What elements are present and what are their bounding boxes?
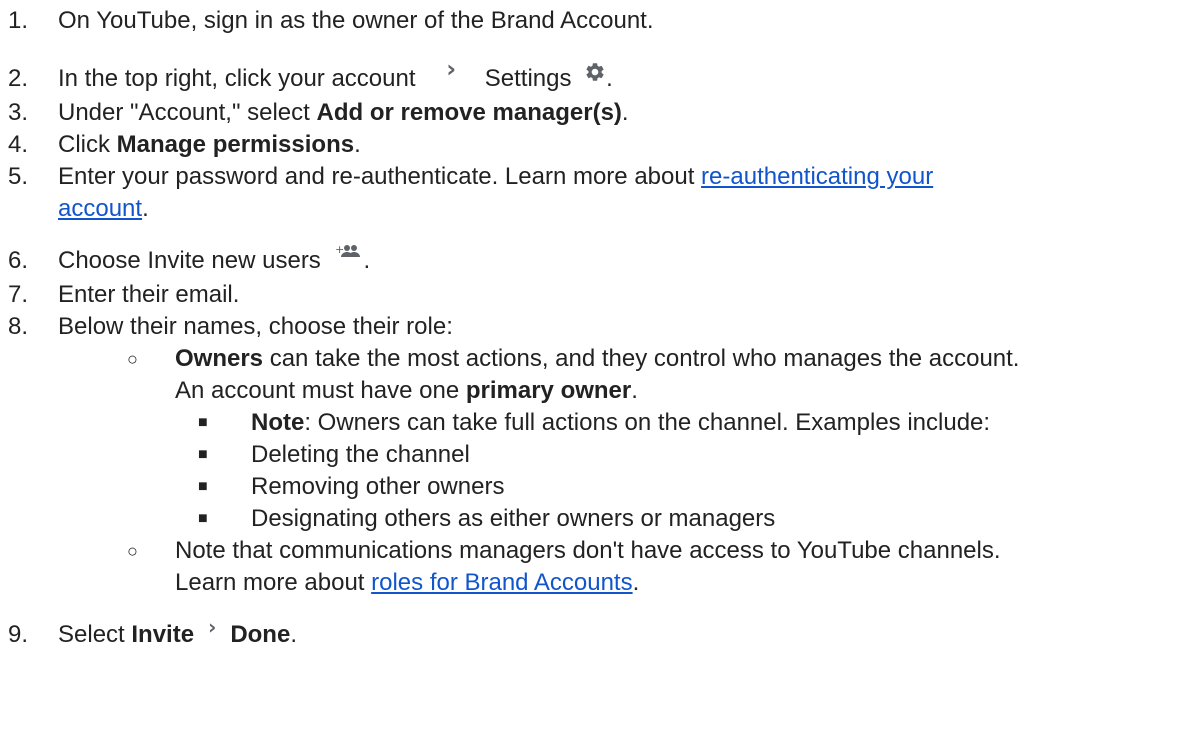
manage-permissions-label: Manage permissions: [116, 131, 355, 158]
step-text-post: .: [354, 131, 361, 158]
step-text: Select Invite › Done.: [58, 615, 297, 650]
step-text-pre: Under "Account," select: [58, 99, 317, 126]
gear-icon: [586, 62, 604, 81]
step-number: 2.: [8, 65, 29, 92]
comms-text: Learn more about roles for Brand Account…: [175, 568, 639, 598]
owners-text: An account must have one primary owner.: [175, 376, 638, 406]
hollow-bullet: ○: [127, 349, 138, 369]
step-text: Under "Account," select Add or remove ma…: [58, 98, 629, 128]
re-authenticating-link[interactable]: re-authenticating your: [701, 163, 933, 190]
step-number: 8.: [8, 313, 29, 340]
square-bullet: ■: [198, 414, 208, 431]
square-bullet: ■: [198, 478, 208, 495]
step-text-post: .: [290, 621, 297, 648]
note-label: Note: [251, 409, 305, 436]
chevron-right-icon: ›: [208, 615, 217, 639]
comms-line2-post: .: [632, 569, 640, 596]
step-text-pre: In the top right, click your account: [58, 65, 416, 92]
owners-text: Owners can take the most actions, and th…: [175, 344, 1019, 374]
step-text-post: .: [621, 99, 629, 126]
chevron-right-icon: ›: [446, 55, 457, 83]
square-bullet: ■: [198, 510, 208, 527]
sub-item-text: Note: Owners can take full actions on th…: [251, 408, 990, 438]
step-text: Choose Invite new users + .: [58, 244, 371, 276]
step-number: 6.: [8, 247, 29, 274]
step-number: 7.: [8, 281, 29, 308]
square-bullet: ■: [198, 446, 208, 463]
re-authenticating-link-continued[interactable]: account: [58, 195, 142, 222]
hollow-bullet: ○: [127, 541, 138, 561]
roles-brand-accounts-link[interactable]: roles for Brand Accounts: [371, 569, 632, 596]
step-text: Enter their email.: [58, 281, 240, 308]
done-label: Done: [230, 621, 291, 648]
invite-label: Invite: [131, 621, 195, 648]
step-number: 1.: [8, 7, 29, 34]
step-text-post: .: [142, 195, 149, 222]
step-text-pre: Click: [58, 131, 117, 158]
settings-label: Settings: [484, 65, 572, 92]
step-number: 4.: [8, 131, 29, 158]
add-remove-managers-label: Add or remove manager(s): [316, 99, 622, 126]
sub-item-text: Deleting the channel: [251, 441, 470, 468]
step-number: 5.: [8, 163, 29, 190]
primary-owner-label: primary owner: [465, 377, 632, 404]
step-text: Enter your password and re-authenticate.…: [58, 162, 933, 192]
step-text: Click Manage permissions.: [58, 130, 361, 160]
owners-label: Owners: [175, 345, 264, 372]
person-add-icon: +: [335, 244, 361, 257]
step-text-pre: Enter your password and re-authenticate.…: [58, 163, 702, 190]
step-text-pre: Select: [58, 621, 132, 648]
step-text: In the top right, click your account › S…: [58, 55, 613, 94]
step-text-post: .: [606, 65, 613, 92]
step-number: 3.: [8, 99, 29, 126]
step-number: 9.: [8, 621, 29, 648]
owners-line2-pre: An account must have one: [175, 377, 466, 404]
owners-line2-post: .: [631, 377, 638, 404]
step-text: On YouTube, sign in as the owner of the …: [58, 7, 654, 34]
owners-description: can take the most actions, and they cont…: [263, 345, 1020, 372]
step-text-pre: Choose Invite new users: [58, 247, 321, 274]
note-text: : Owners can take full actions on the ch…: [304, 409, 991, 436]
step-text: Below their names, choose their role:: [58, 313, 453, 340]
sub-item-text: Removing other owners: [251, 473, 505, 500]
comms-line2-pre: Learn more about: [175, 569, 372, 596]
step-text: account.: [58, 194, 149, 224]
comms-text: Note that communications managers don't …: [175, 537, 1001, 564]
sub-item-text: Designating others as either owners or m…: [251, 505, 776, 532]
step-text-post: .: [363, 247, 371, 274]
